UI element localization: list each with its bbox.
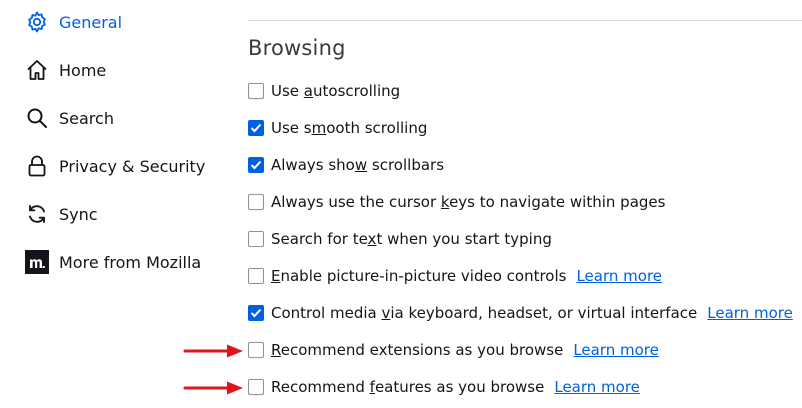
- sidebar-item-label: Search: [59, 108, 114, 128]
- sidebar-item-label: Sync: [59, 204, 98, 224]
- option-label[interactable]: Recommend extensions as you browse: [271, 341, 563, 359]
- option-control-media: Control media via keyboard, headset, or …: [248, 301, 793, 325]
- option-search-when-typing: Search for text when you start typing: [248, 227, 552, 251]
- learn-more-link[interactable]: Learn more: [576, 267, 662, 285]
- option-label[interactable]: Enable picture-in-picture video controls: [271, 267, 566, 285]
- option-picture-in-picture: Enable picture-in-picture video controls…: [248, 264, 662, 288]
- checkbox-show-scrollbars[interactable]: [248, 157, 264, 173]
- section-divider: [248, 20, 802, 21]
- learn-more-link[interactable]: Learn more: [573, 341, 659, 359]
- annotation-arrow-icon: [183, 344, 243, 358]
- checkbox-control-media[interactable]: [248, 305, 264, 321]
- option-label[interactable]: Control media via keyboard, headset, or …: [271, 304, 697, 322]
- home-icon: [24, 57, 50, 83]
- option-label[interactable]: Always use the cursor keys to navigate w…: [271, 193, 665, 211]
- sidebar-item-label: General: [59, 12, 123, 32]
- checkbox-picture-in-picture[interactable]: [248, 268, 264, 284]
- checkbox-autoscrolling[interactable]: [248, 83, 264, 99]
- checkbox-search-when-typing[interactable]: [248, 231, 264, 247]
- sidebar-item-label: Home: [59, 60, 107, 80]
- learn-more-link[interactable]: Learn more: [707, 304, 793, 322]
- section-title-browsing: Browsing: [248, 36, 346, 60]
- option-recommend-extensions: Recommend extensions as you browse Learn…: [248, 338, 659, 362]
- annotation-arrow-icon: [183, 381, 243, 395]
- option-label[interactable]: Search for text when you start typing: [271, 230, 552, 248]
- option-show-scrollbars: Always show scrollbars: [248, 153, 444, 177]
- option-smooth-scrolling: Use smooth scrolling: [248, 116, 427, 140]
- option-label[interactable]: Recommend features as you browse: [271, 378, 544, 396]
- option-label[interactable]: Use autoscrolling: [271, 82, 400, 100]
- sidebar-item-label: More from Mozilla: [59, 252, 202, 272]
- option-recommend-features: Recommend features as you browse Learn m…: [248, 375, 640, 399]
- mozilla-logo-icon: [24, 249, 50, 275]
- checkbox-recommend-features[interactable]: [248, 379, 264, 395]
- sidebar-item-sync[interactable]: Sync: [24, 198, 234, 230]
- sidebar-item-privacy-security[interactable]: Privacy & Security: [24, 150, 234, 182]
- learn-more-link[interactable]: Learn more: [554, 378, 640, 396]
- checkbox-recommend-extensions[interactable]: [248, 342, 264, 358]
- search-icon: [24, 105, 50, 131]
- option-label[interactable]: Always show scrollbars: [271, 156, 444, 174]
- gear-icon: [24, 9, 50, 35]
- sync-icon: [24, 201, 50, 227]
- sidebar-item-search[interactable]: Search: [24, 102, 234, 134]
- sidebar-item-more-from-mozilla[interactable]: More from Mozilla: [24, 246, 234, 278]
- option-label[interactable]: Use smooth scrolling: [271, 119, 427, 137]
- sidebar-item-home[interactable]: Home: [24, 54, 234, 86]
- checkbox-cursor-keys[interactable]: [248, 194, 264, 210]
- option-autoscrolling: Use autoscrolling: [248, 79, 400, 103]
- lock-icon: [24, 153, 50, 179]
- checkbox-smooth-scrolling[interactable]: [248, 120, 264, 136]
- option-cursor-keys: Always use the cursor keys to navigate w…: [248, 190, 665, 214]
- sidebar-item-label: Privacy & Security: [59, 156, 206, 176]
- sidebar-item-general[interactable]: General: [24, 6, 234, 38]
